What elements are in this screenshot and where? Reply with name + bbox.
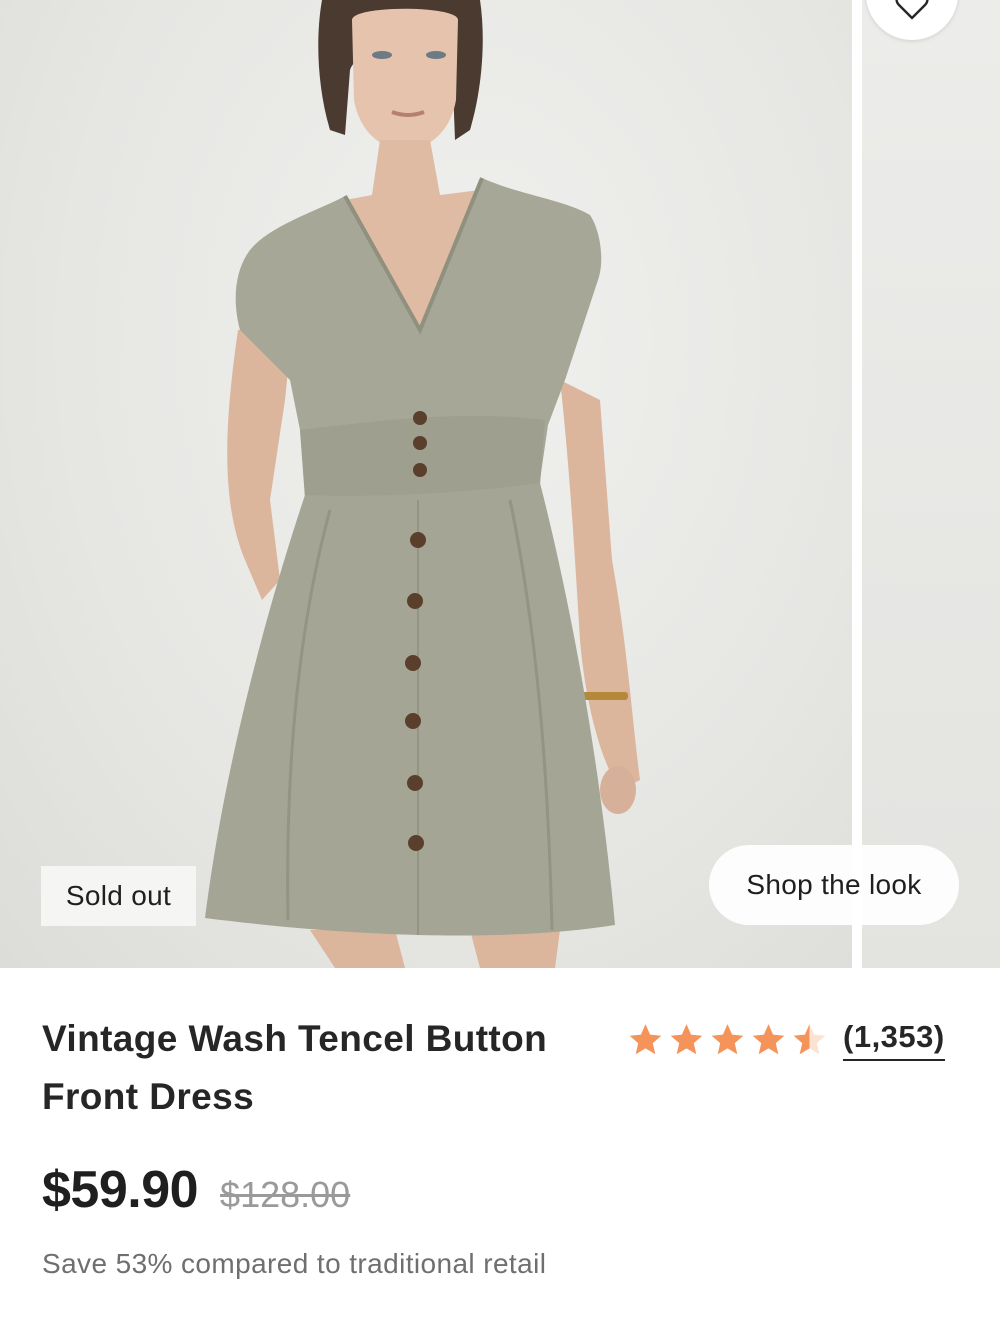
product-rating[interactable]: (1,353) [626, 1016, 945, 1064]
review-count-link[interactable]: (1,353) [843, 1019, 945, 1061]
savings-note: Save 53% compared to traditional retail [42, 1248, 547, 1279]
product-photo[interactable] [0, 0, 852, 968]
sold-out-badge: Sold out [41, 866, 196, 926]
product-title: Vintage Wash Tencel Button Front Dress [42, 1018, 548, 1117]
current-price: $59.90 [42, 1161, 199, 1219]
next-product-photo-peek[interactable] [862, 0, 1000, 968]
star-icon [752, 1024, 785, 1055]
star-icon [629, 1024, 662, 1055]
price-row: $59.90 $128.00 [42, 1160, 350, 1220]
star-icon [670, 1024, 703, 1055]
star-icon [711, 1024, 744, 1055]
product-image-gallery[interactable]: Sold out Shop the look [0, 0, 1000, 968]
star-rating [626, 1021, 829, 1059]
model-wearing-dress [205, 0, 640, 968]
half-star-icon [793, 1024, 826, 1055]
gallery-divider [852, 0, 862, 968]
shop-the-look-button[interactable]: Shop the look [709, 845, 959, 925]
original-price: $128.00 [220, 1174, 351, 1215]
heart-icon [895, 0, 929, 20]
